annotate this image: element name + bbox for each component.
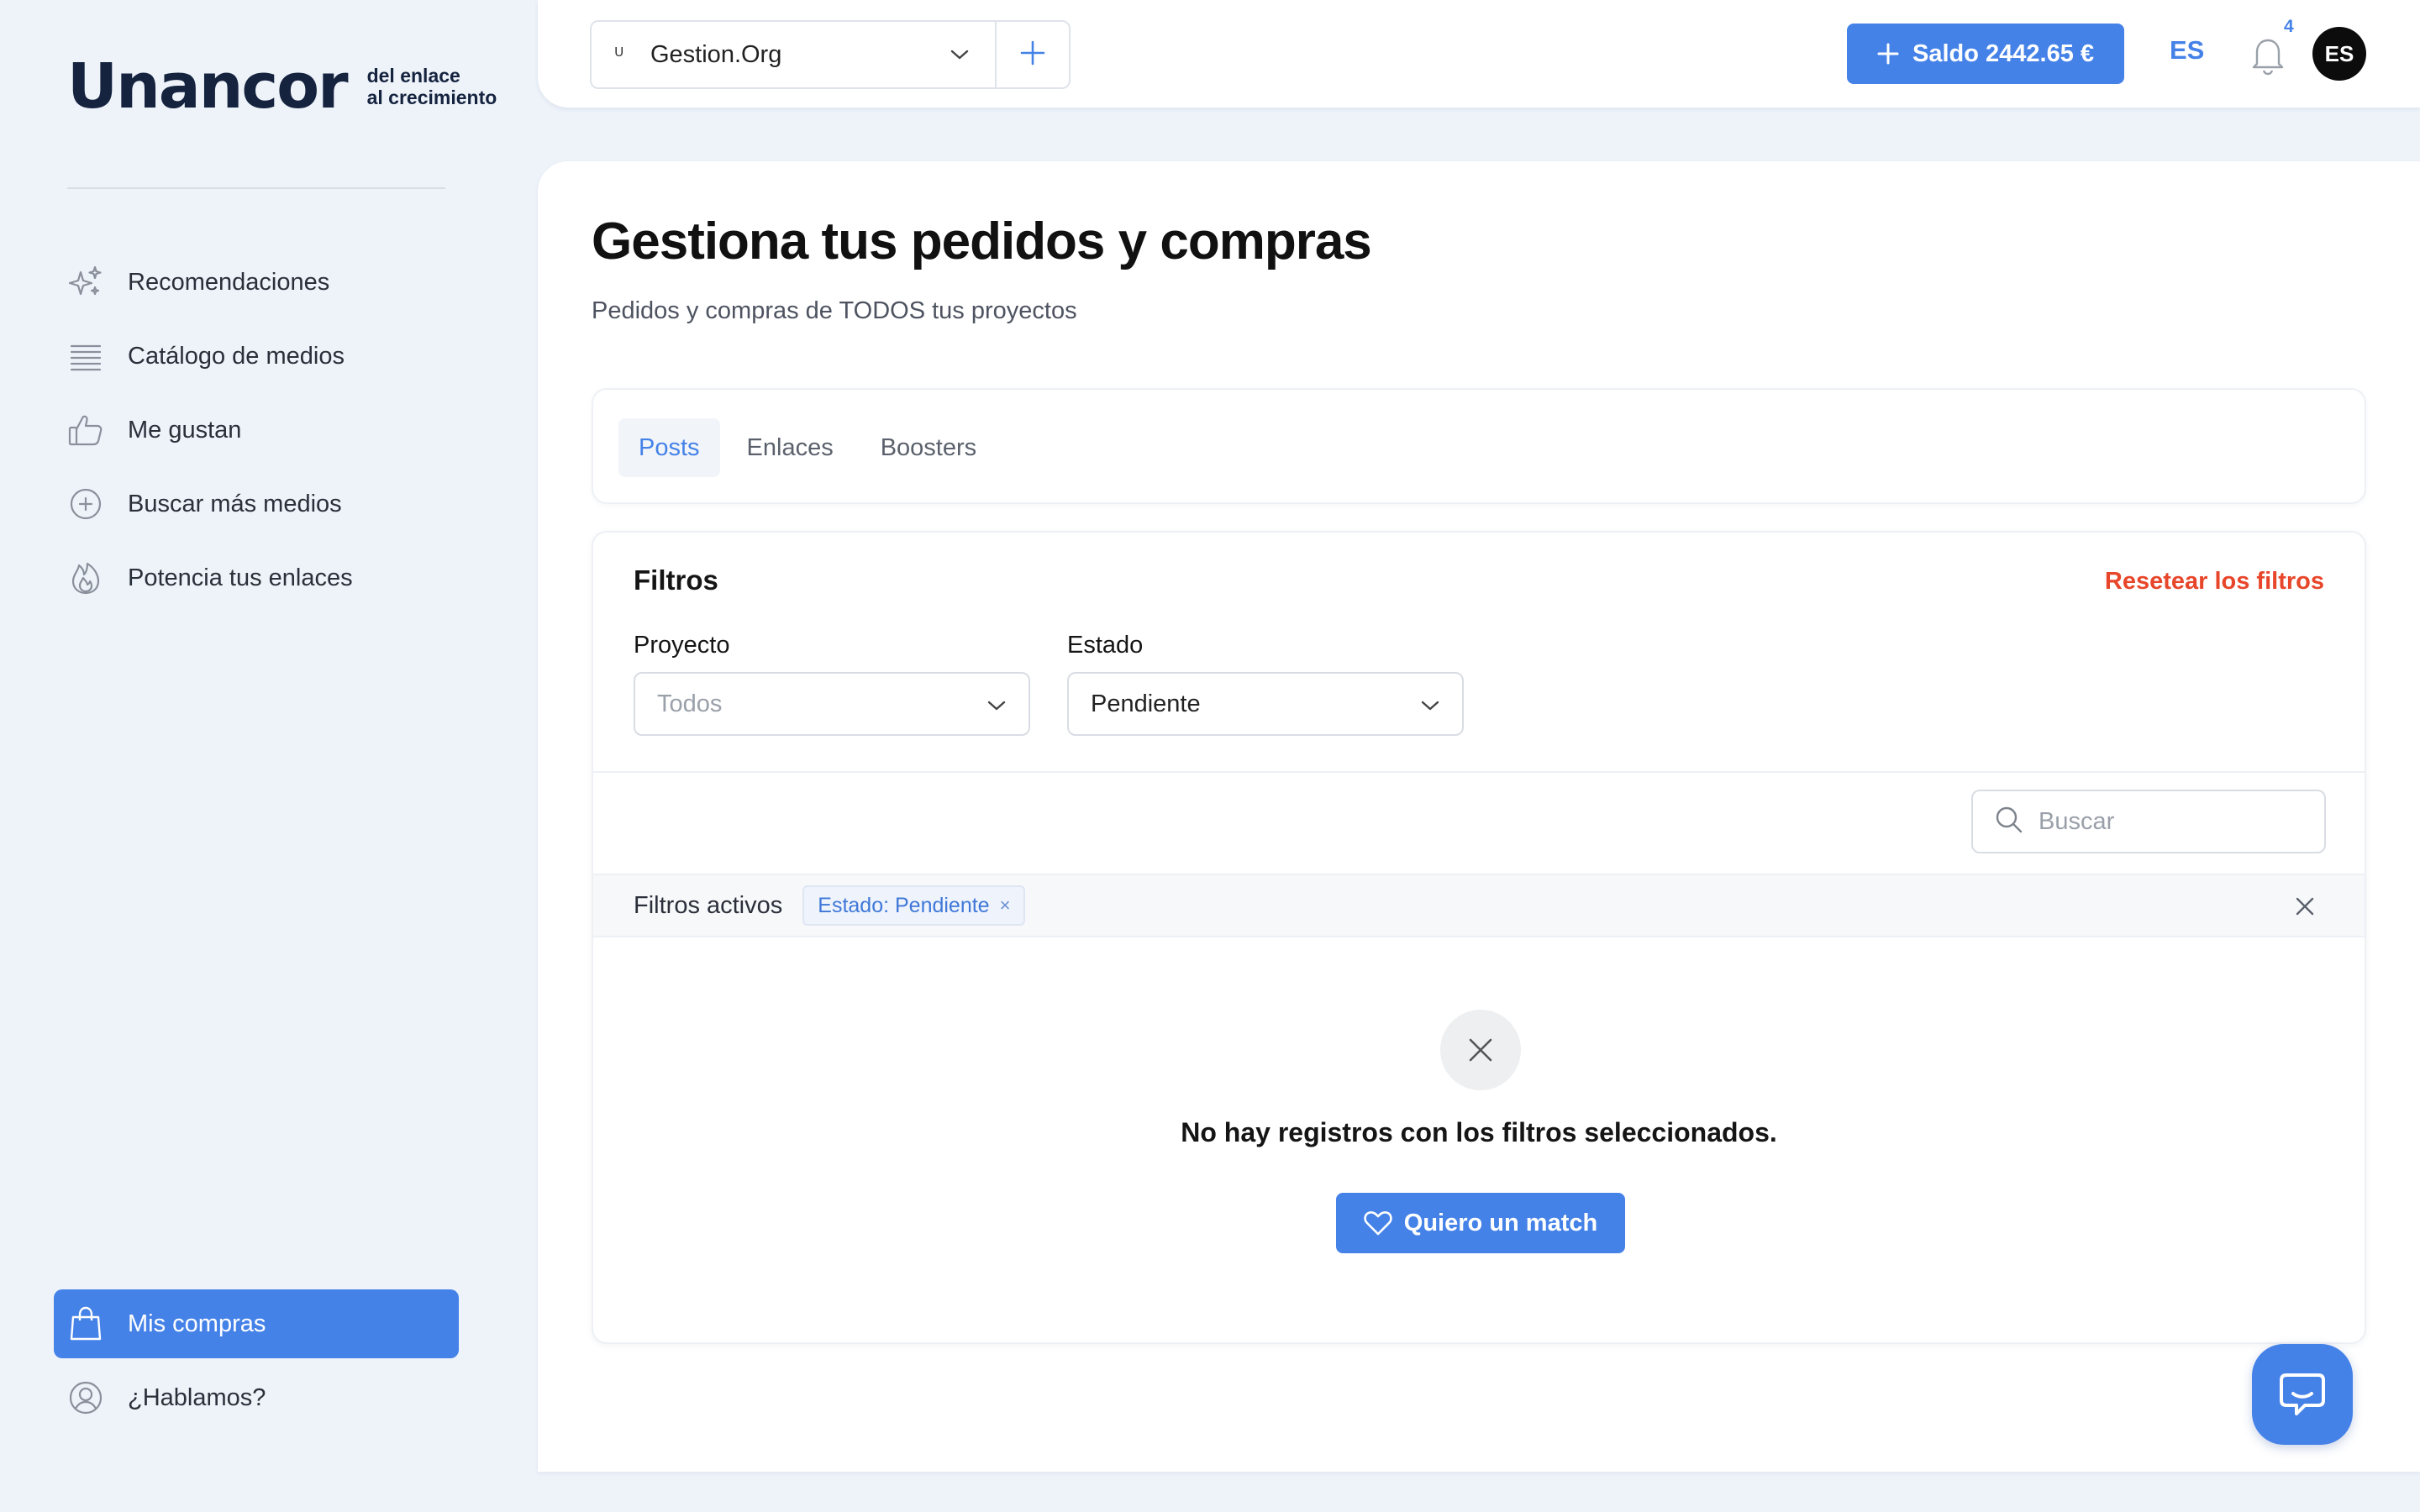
list-icon (67, 338, 104, 375)
balance-label: Saldo 2442.65 € (1912, 39, 2095, 67)
project-dropdown[interactable]: ᵁ Gestion.Org (592, 22, 995, 87)
sidebar-item-buscar[interactable]: Buscar más medios (67, 467, 353, 541)
tabs: Posts Enlaces Boosters (618, 418, 1003, 477)
sidebar-item-potencia[interactable]: Potencia tus enlaces (67, 541, 353, 615)
active-filter-chip-label: Estado: Pendiente (818, 893, 990, 917)
project-filter-label: Proyecto (634, 632, 730, 659)
flame-icon (67, 559, 104, 596)
sidebar-item-me-gustan[interactable]: Me gustan (67, 393, 353, 467)
reset-filters-button[interactable]: Resetear los filtros (2105, 568, 2324, 596)
filters-card: Filtros Resetear los filtros Proyecto To… (592, 531, 2366, 1344)
tab-boosters[interactable]: Boosters (860, 418, 997, 477)
brand-logo[interactable]: Unancor del enlace al crecimiento (67, 55, 497, 118)
remove-filter-icon[interactable]: × (1000, 895, 1011, 916)
close-icon (2296, 897, 2314, 916)
search-icon (1995, 806, 2023, 838)
sidebar-divider (67, 187, 445, 189)
filters-divider (593, 771, 2365, 773)
project-filter-select[interactable]: Todos (634, 672, 1030, 736)
empty-state-message: No hay registros con los filtros selecci… (1181, 1117, 1777, 1147)
add-balance-button[interactable]: Saldo 2442.65 € (1847, 24, 2124, 84)
chevron-down-icon (943, 49, 976, 60)
match-button[interactable]: Quiero un match (1336, 1193, 1625, 1253)
main-panel: Gestiona tus pedidos y compras Pedidos y… (538, 161, 2420, 1472)
sidebar-bottom-nav: Mis compras ¿Hablamos? (54, 1289, 459, 1432)
chat-bubble-icon (2280, 1373, 2325, 1415)
match-button-label: Quiero un match (1403, 1209, 1598, 1236)
plus-icon (1019, 39, 1046, 71)
tabs-card: Posts Enlaces Boosters (592, 388, 2366, 504)
project-selector: ᵁ Gestion.Org (590, 20, 1071, 89)
sidebar-item-catalogo[interactable]: Catálogo de medios (67, 319, 353, 393)
tab-posts[interactable]: Posts (618, 418, 720, 477)
status-filter-label: Estado (1067, 632, 1144, 659)
active-filter-chip: Estado: Pendiente × (802, 885, 1026, 926)
status-filter-select[interactable]: Pendiente (1067, 672, 1464, 736)
topbar: ᵁ Gestion.Org Saldo 2442.65 € ES 4 ES (538, 0, 2420, 108)
plus-icon (1877, 43, 1899, 65)
filters-title: Filtros (634, 564, 718, 596)
notification-count-badge: 4 (2284, 17, 2294, 36)
sidebar-item-label: Mis compras (128, 1310, 266, 1337)
sidebar-item-hablamos[interactable]: ¿Hablamos? (54, 1363, 459, 1432)
chevron-down-icon (986, 690, 1007, 718)
chevron-down-icon (1420, 690, 1440, 718)
tab-enlaces[interactable]: Enlaces (727, 418, 854, 477)
chat-launcher-button[interactable] (2252, 1344, 2353, 1445)
language-selector[interactable]: ES (2170, 35, 2204, 66)
shopping-bag-icon (67, 1305, 104, 1342)
status-filter-value: Pendiente (1091, 690, 1201, 717)
heart-icon (1364, 1210, 1392, 1236)
search-input[interactable] (2039, 807, 2291, 836)
project-name: Gestion.Org (650, 40, 782, 68)
avatar[interactable]: ES (2312, 27, 2366, 81)
logo-tagline-line-2: al crecimiento (366, 87, 497, 108)
logo-tagline-line-1: del enlace (366, 64, 460, 87)
page-subtitle: Pedidos y compras de TODOS tus proyectos (592, 297, 1077, 324)
sidebar-item-mis-compras[interactable]: Mis compras (54, 1289, 459, 1358)
project-filter-value: Todos (657, 690, 723, 717)
sidebar-item-label: Catálogo de medios (128, 342, 345, 370)
logo-wordmark: Unancor (67, 50, 349, 123)
project-favicon: ᵁ (615, 44, 623, 65)
sidebar-item-label: Recomendaciones (128, 268, 330, 296)
sidebar-item-label: ¿Hablamos? (128, 1383, 266, 1411)
add-project-button[interactable] (995, 22, 1069, 87)
sidebar-nav: Recomendaciones Catálogo de medios Me gu… (67, 245, 353, 615)
sidebar-item-recomendaciones[interactable]: Recomendaciones (67, 245, 353, 319)
sparkles-icon (67, 264, 104, 301)
sidebar-item-label: Buscar más medios (128, 490, 342, 517)
empty-state-icon (1440, 1010, 1521, 1090)
clear-active-filters-button[interactable] (2292, 894, 2317, 919)
page-title: Gestiona tus pedidos y compras (592, 213, 1372, 270)
search-box (1971, 790, 2326, 853)
close-icon (1469, 1038, 1492, 1062)
active-filters-bar: Filtros activos Estado: Pendiente × (593, 874, 2365, 937)
thumbs-up-icon (67, 412, 104, 449)
bell-icon[interactable] (2245, 32, 2291, 77)
user-circle-icon (67, 1379, 104, 1416)
active-filters-label: Filtros activos (634, 891, 783, 919)
sidebar-item-label: Potencia tus enlaces (128, 564, 353, 591)
sidebar-item-label: Me gustan (128, 416, 242, 444)
sidebar: Unancor del enlace al crecimiento Recome… (0, 0, 538, 1512)
plus-circle-icon (67, 486, 104, 522)
logo-tagline: del enlace al crecimiento (367, 65, 497, 109)
